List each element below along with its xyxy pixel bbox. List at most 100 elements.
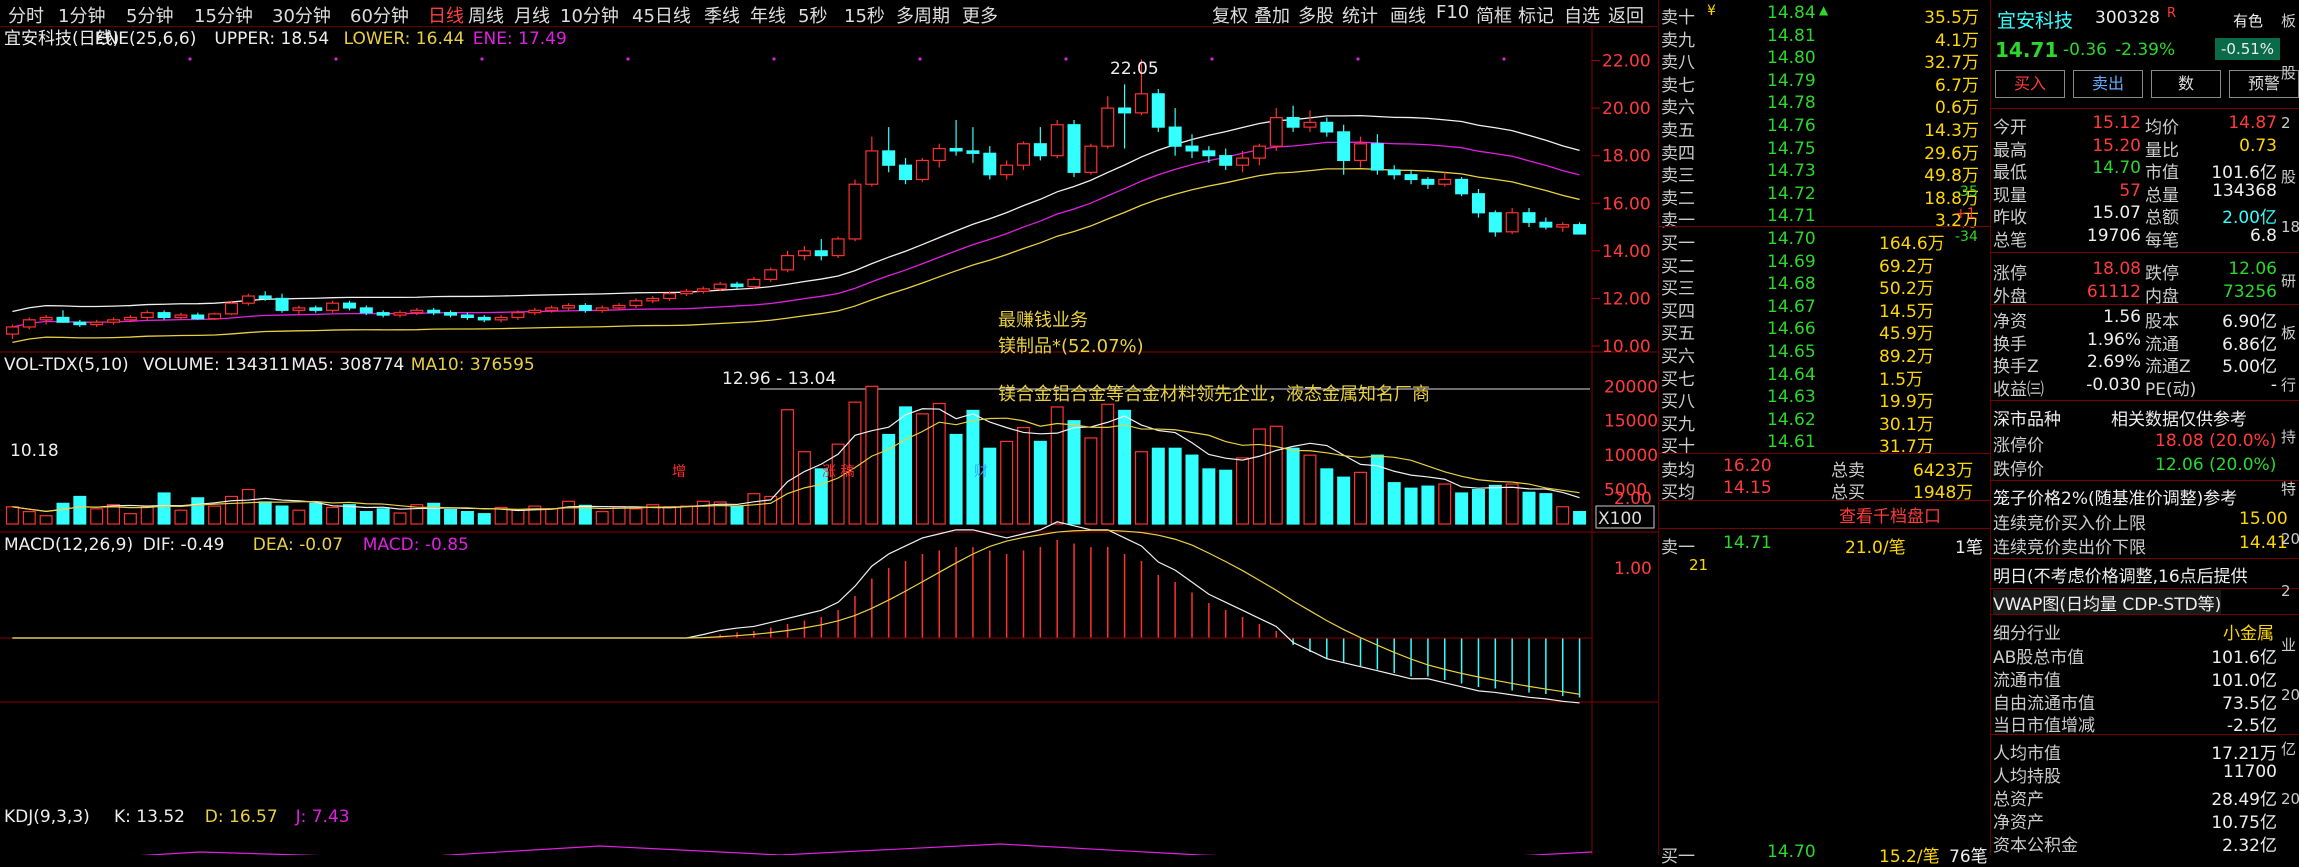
book-separator (1659, 500, 1991, 501)
volume-bar (174, 509, 188, 525)
candle-body (831, 238, 845, 257)
volume-bar (1354, 471, 1368, 525)
quote-value: 15.12 (2092, 113, 2141, 133)
vol-axis-label: 10000 (1604, 446, 1658, 466)
toolbar-item[interactable]: 60分钟 (350, 2, 409, 28)
toolbar-item[interactable]: 复权 (1212, 2, 1248, 28)
candle-body (90, 321, 104, 326)
toolbar-item[interactable]: 分时 (8, 2, 44, 28)
candle-body (191, 314, 205, 320)
vol-ma10-value: MA10: 376595 (411, 355, 535, 375)
toolbar-item[interactable]: 月线 (514, 2, 550, 28)
quote-value-2: 134368 (2212, 180, 2277, 201)
candle-body (1033, 143, 1047, 157)
vwap-link[interactable]: VWAP图(日均量 CDP-STD等) (1993, 590, 2222, 615)
kline-chart-area[interactable]: 22.00 20.00 18.00 16.00 14.00 12.00 10.00 20000… (0, 26, 1658, 867)
toolbar-item[interactable]: 5分钟 (126, 2, 173, 28)
bid-row: 买五 14.66 45.9万 (1659, 318, 1991, 344)
view-depth-button[interactable]: 查看千档盘口 (1839, 502, 1941, 527)
toolbar-item[interactable]: 更多 (962, 2, 998, 28)
stat-label: 当日市值增减 (1993, 716, 2095, 737)
toolbar-item[interactable]: 15秒 (844, 2, 885, 28)
marker-dot (918, 57, 922, 61)
candle-body (1539, 221, 1553, 228)
toolbar-item[interactable]: 10分钟 (560, 2, 619, 28)
volume-bar (292, 509, 306, 525)
kline-chart-svg[interactable]: 22.00 20.00 18.00 16.00 14.00 12.00 10.00 20000… (0, 26, 1658, 867)
limit-up-value: 18.08 (20.0%) (2155, 431, 2277, 451)
price-axis-label: 10.00 (1602, 337, 1651, 357)
toolbar-item[interactable]: 标记 (1518, 2, 1554, 28)
num-button[interactable]: 数 (2151, 70, 2221, 98)
volume-bar (1573, 511, 1587, 525)
bid-row: 买八 14.63 19.9万 (1659, 386, 1991, 412)
market-row: 深市品种 相关数据仅供参考 (1991, 404, 2299, 430)
toolbar-item[interactable]: 5秒 (798, 2, 827, 28)
volume-bar (1522, 491, 1536, 525)
ask-row: 卖九 14.81 4.1万 (1659, 25, 1991, 51)
quote-row: 昨收 15.07 总额 2.00亿 (1991, 202, 2299, 228)
candle-body (460, 314, 474, 319)
volume-bar (1505, 483, 1519, 525)
ask-row: 卖三 14.73 49.8万 (1659, 160, 1991, 186)
volume-bar (1202, 468, 1216, 525)
toolbar-item[interactable]: 季线 (704, 2, 740, 28)
volume-bar (865, 385, 879, 525)
buy-button[interactable]: 买入 (1995, 70, 2065, 98)
bid-price: 14.62 (1767, 409, 1816, 430)
toolbar-item[interactable]: 叠加 (1254, 2, 1290, 28)
toolbar-item[interactable]: 年线 (750, 2, 786, 28)
quote-row: 涨停 18.08 跌停 12.06 (1991, 258, 2299, 284)
candle-body (410, 309, 424, 314)
edge-label: 20 (2281, 686, 2299, 704)
quote-label-2: 每笔 (2145, 230, 2179, 251)
volume-bar (1252, 428, 1266, 525)
sell-button[interactable]: 卖出 (2073, 70, 2143, 98)
volume-bar (1337, 476, 1351, 525)
candle-body (427, 309, 441, 314)
toolbar-item[interactable]: 返回 (1608, 2, 1644, 28)
toolbar-item[interactable]: 15分钟 (194, 2, 253, 28)
candle-body (309, 307, 323, 311)
candle-body (39, 316, 53, 321)
candle-body (1354, 143, 1368, 162)
volume-bar (1455, 492, 1469, 525)
toolbar-item[interactable]: F10 (1436, 2, 1469, 23)
marker-dot (480, 57, 484, 61)
toolbar-item[interactable]: 统计 (1342, 2, 1378, 28)
candle-body (22, 319, 36, 328)
candle-body (1168, 126, 1182, 147)
toolbar-item[interactable]: 简框 (1476, 2, 1512, 28)
toolbar-item[interactable]: 1分钟 (58, 2, 105, 28)
volume-bar (326, 506, 340, 525)
toolbar-item[interactable]: 自选 (1564, 2, 1600, 28)
candle-body (5, 326, 19, 335)
candle-body (393, 312, 407, 316)
volume-bar (1168, 447, 1182, 525)
bid-cap-row: 连续竞价买入价上限 15.00 (1991, 508, 2299, 534)
candle-body (511, 312, 525, 319)
ask-price: 14.80 (1767, 48, 1816, 69)
candle-body (983, 152, 997, 176)
candle-body (545, 307, 559, 311)
candle-body (376, 312, 390, 316)
toolbar-item[interactable]: 45日线 (632, 2, 691, 28)
toolbar-item[interactable]: 日线 (428, 2, 464, 28)
last-price: 14.71 (1995, 38, 2059, 62)
ask-arrow: ▲ (1819, 3, 1829, 17)
toolbar-item[interactable]: 多股 (1298, 2, 1334, 28)
volume-bar (241, 488, 255, 525)
toolbar-item[interactable]: 多周期 (896, 2, 950, 28)
marker-cai: 财 (974, 464, 988, 480)
candle-body (107, 319, 121, 323)
toolbar-item[interactable]: 画线 (1390, 2, 1426, 28)
edge-label: 亿 (2281, 740, 2297, 758)
candle-body (208, 313, 222, 320)
toolbar-item[interactable]: 周线 (468, 2, 504, 28)
edge-label: 股 (2281, 64, 2297, 82)
high-price-annotation: 22.05 (1110, 59, 1159, 79)
bid-row: 买九 14.62 30.1万 (1659, 409, 1991, 435)
toolbar-item[interactable]: 30分钟 (272, 2, 331, 28)
candle-body (612, 304, 626, 309)
candle-body (1219, 155, 1233, 166)
